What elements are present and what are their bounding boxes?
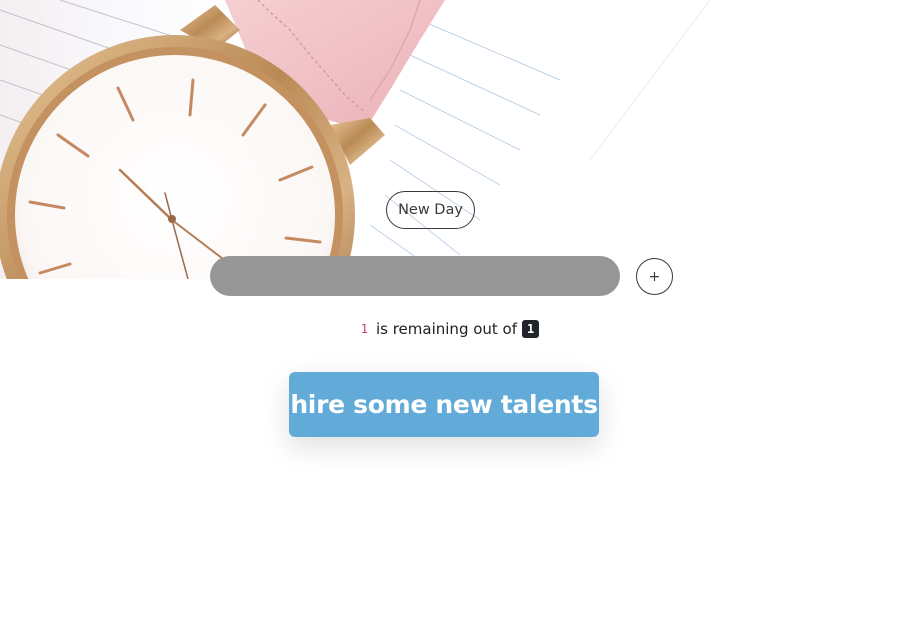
remaining-text: is remaining out of	[375, 320, 518, 338]
wristwatch-icon	[0, 0, 711, 279]
remaining-status: 1 is remaining out of 1	[0, 317, 904, 341]
add-button[interactable]: +	[636, 258, 673, 295]
hire-talents-button[interactable]: hire some new talents	[289, 372, 599, 437]
remaining-count: 1	[360, 322, 368, 336]
total-badge: 1	[522, 320, 540, 338]
new-day-button[interactable]: New Day	[386, 191, 475, 229]
task-input[interactable]	[210, 256, 620, 296]
hero-background	[0, 0, 904, 279]
